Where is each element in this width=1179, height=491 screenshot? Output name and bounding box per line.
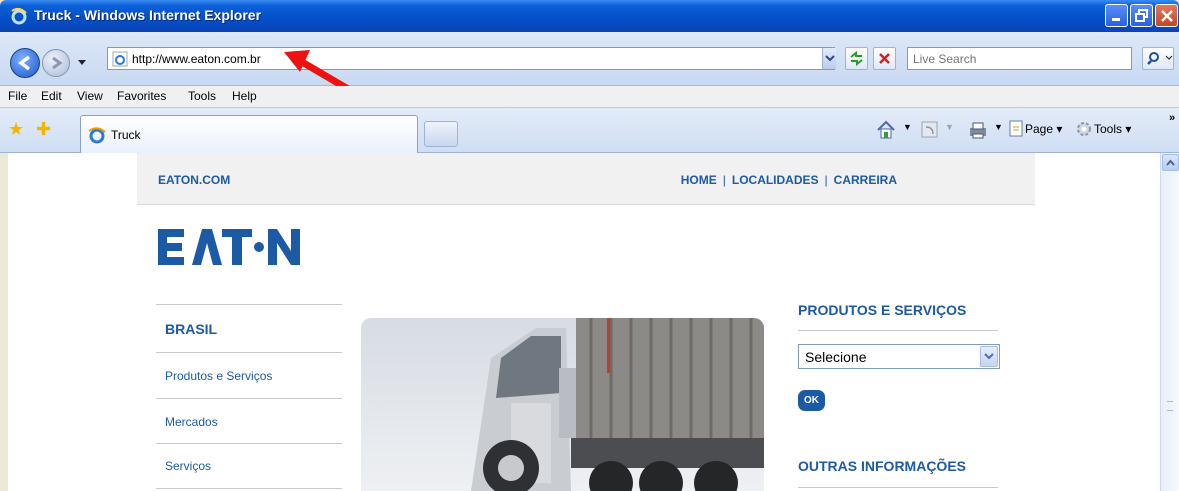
left-menu-divider <box>156 352 342 353</box>
left-menu-divider <box>156 398 342 399</box>
page-content: EATON.COM HOME | LOCALIDADES | CARREIRA BRAS… <box>8 153 1160 491</box>
nav-home-link[interactable]: HOME <box>681 173 717 187</box>
home-icon[interactable] <box>875 119 897 141</box>
menu-tools[interactable]: Tools <box>188 89 216 103</box>
print-icon[interactable] <box>967 119 989 141</box>
history-dropdown-icon[interactable] <box>78 60 86 65</box>
select-dropdown-button[interactable] <box>980 346 998 367</box>
search-button[interactable] <box>1142 47 1174 70</box>
left-menu-produtos-link[interactable]: Produtos e Serviços <box>165 369 272 383</box>
favorites-center-icon[interactable]: ★ <box>8 119 24 140</box>
scroll-thumb-grip[interactable] <box>1167 401 1173 411</box>
site-header: EATON.COM HOME | LOCALIDADES | CARREIRA <box>137 153 1035 205</box>
left-menu-title[interactable]: BRASIL <box>165 321 217 337</box>
address-field[interactable]: http://www.eaton.com.br <box>107 47 835 70</box>
address-dropdown-button[interactable] <box>822 48 836 69</box>
restore-button[interactable] <box>1130 4 1153 27</box>
search-input[interactable] <box>908 48 1131 69</box>
vertical-scrollbar[interactable] <box>1160 153 1179 491</box>
forward-button[interactable] <box>42 49 70 77</box>
ie-logo-icon <box>11 7 27 25</box>
back-button[interactable] <box>10 48 40 78</box>
tools-menu-label: Tools <box>1094 122 1123 136</box>
nav-localidades-link[interactable]: LOCALIDADES <box>732 173 819 187</box>
tab-label: Truck <box>111 128 141 142</box>
feed-dropdown-icon[interactable]: ▼ <box>945 122 954 132</box>
back-arrow-icon <box>18 55 31 71</box>
chevron-down-icon <box>984 353 994 360</box>
close-icon <box>1161 10 1173 22</box>
window-title-bar[interactable]: Truck - Windows Internet Explorer <box>0 0 1179 32</box>
stop-button[interactable] <box>873 47 896 70</box>
refresh-icon <box>850 50 863 67</box>
left-menu-divider <box>156 488 342 489</box>
products-select-value: Selecione <box>805 349 867 365</box>
tools-menu-button[interactable]: Tools ▾ <box>1094 122 1131 136</box>
new-tab-button[interactable] <box>424 121 458 147</box>
eaton-logo-icon[interactable] <box>158 225 308 271</box>
products-title: PRODUTOS E SERVIÇOS <box>798 302 967 318</box>
nav-carreira-link[interactable]: CARREIRA <box>834 173 897 187</box>
page-menu-label: Page <box>1025 122 1054 136</box>
left-menu-divider <box>156 443 342 444</box>
left-menu-servicos-link[interactable]: Serviços <box>165 459 211 473</box>
menu-view[interactable]: View <box>77 89 103 103</box>
search-icon <box>1147 52 1173 65</box>
top-nav: HOME | LOCALIDADES | CARREIRA <box>681 173 897 187</box>
url-text: http://www.eaton.com.br <box>132 52 261 66</box>
window-title: Truck - Windows Internet Explorer <box>34 7 262 23</box>
print-dropdown-icon[interactable]: ▼ <box>994 122 1003 132</box>
restore-icon <box>1135 9 1148 22</box>
stop-icon <box>879 53 890 64</box>
menu-bar: File Edit View Favorites Tools Help <box>0 86 1179 108</box>
gear-icon <box>1077 122 1091 136</box>
rss-feed-icon[interactable] <box>920 119 940 139</box>
tab-truck[interactable]: Truck <box>80 115 418 153</box>
minimize-button[interactable] <box>1105 4 1128 27</box>
other-info-title: OUTRAS INFORMAÇÕES <box>798 458 966 474</box>
search-box[interactable] <box>907 47 1132 70</box>
left-menu-divider <box>156 304 342 305</box>
tab-toolbar: ★ ✚ Truck ▼ ▼ ▼ Page ▾ Tools ▾ » <box>0 108 1179 153</box>
chevron-up-icon <box>1166 159 1175 166</box>
page-icon <box>1009 120 1023 137</box>
chevron-down-icon <box>825 55 835 62</box>
menu-favorites[interactable]: Favorites <box>117 89 166 103</box>
menu-help[interactable]: Help <box>232 89 257 103</box>
other-info-divider <box>798 487 998 488</box>
eaton-com-link[interactable]: EATON.COM <box>158 173 230 187</box>
minimize-icon <box>1112 18 1120 21</box>
toolbar-overflow-icon[interactable]: » <box>1169 112 1175 124</box>
nav-separator: | <box>824 173 828 187</box>
page-menu-button[interactable]: Page ▾ <box>1025 122 1062 136</box>
truck-photo <box>361 318 764 491</box>
products-divider <box>798 330 998 331</box>
home-dropdown-icon[interactable]: ▼ <box>903 122 912 132</box>
refresh-button[interactable] <box>845 47 868 70</box>
ie-page-icon <box>112 51 128 67</box>
menu-file[interactable]: File <box>8 89 27 103</box>
scroll-up-button[interactable] <box>1162 154 1179 171</box>
close-window-button[interactable] <box>1155 4 1178 27</box>
forward-arrow-icon <box>52 56 63 70</box>
menu-edit[interactable]: Edit <box>41 89 62 103</box>
ok-button[interactable]: OK <box>798 390 825 411</box>
products-select[interactable]: Selecione <box>798 344 1000 369</box>
nav-separator: | <box>722 173 726 187</box>
add-favorite-icon[interactable]: ✚ <box>36 119 51 140</box>
ie-logo-icon <box>88 127 106 144</box>
left-menu-mercados-link[interactable]: Mercados <box>165 415 218 429</box>
